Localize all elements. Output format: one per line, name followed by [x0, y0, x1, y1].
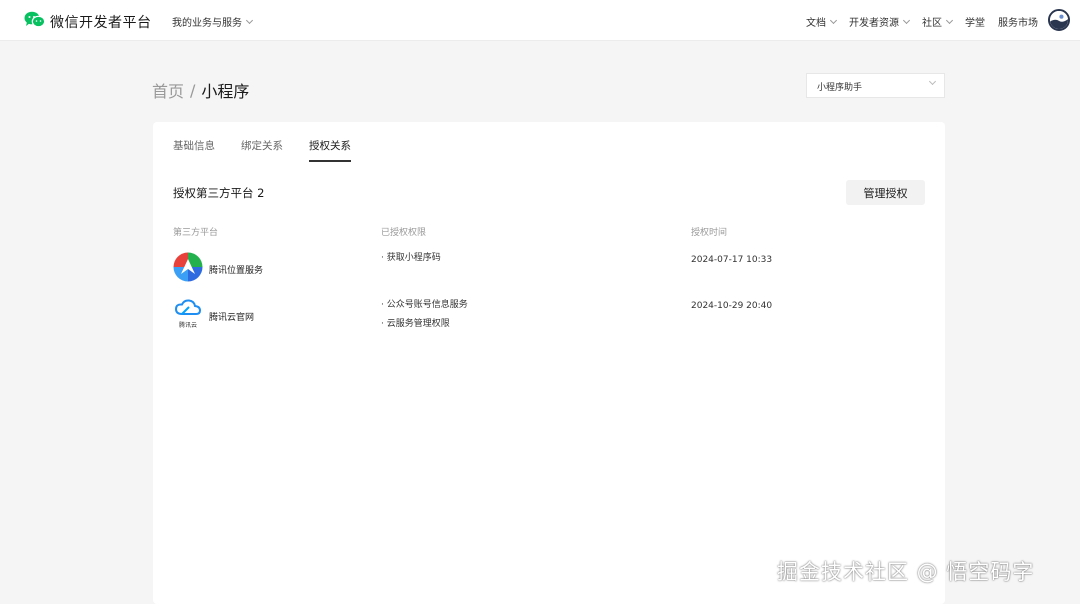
- tab-basic-info[interactable]: 基础信息: [173, 138, 215, 162]
- tencent-map-icon: [173, 252, 203, 282]
- app-selector[interactable]: 小程序助手: [806, 73, 945, 98]
- section-title: 授权第三方平台 2: [173, 186, 265, 200]
- permissions-list: · 公众号账号信息服务 · 云服务管理权限: [381, 296, 468, 334]
- breadcrumb-home[interactable]: 首页: [152, 78, 184, 102]
- nav-docs[interactable]: 文档: [806, 14, 838, 29]
- cloud-caption: 腾讯云: [178, 322, 197, 329]
- platform-name: 腾讯位置服务: [209, 266, 264, 276]
- nav-service-market[interactable]: 服务市场: [998, 14, 1038, 29]
- manage-authorization-button[interactable]: 管理授权: [846, 180, 925, 205]
- permission-item: · 公众号账号信息服务: [381, 300, 468, 310]
- watermark: 掘金技术社区 @ 悟空码字: [777, 560, 1035, 584]
- column-header-permissions: 已授权权限: [381, 228, 427, 238]
- main-card: 基础信息 绑定关系 授权关系 授权第三方平台 2 管理授权 第三方平台 已授权权…: [153, 122, 945, 604]
- authorization-time: 2024-07-17 10:33: [691, 255, 773, 265]
- page-title: 小程序: [201, 82, 250, 101]
- nav-links: 文档 开发者资源 社区 学堂 服务市场: [806, 14, 1038, 29]
- nav-community-label: 社区: [922, 18, 942, 29]
- breadcrumb: 首页 / 小程序: [152, 78, 249, 102]
- nav-dev-resources[interactable]: 开发者资源: [849, 14, 911, 29]
- chevron-down-icon: [245, 16, 254, 24]
- platform-name: 腾讯云官网: [209, 313, 255, 323]
- user-avatar[interactable]: [1048, 9, 1070, 31]
- services-menu[interactable]: 我的业务与服务: [172, 14, 254, 29]
- top-nav-bar: 微信开发者平台 我的业务与服务 文档 开发者资源 社区 学堂 服务市场: [0, 0, 1080, 41]
- tab-bindings[interactable]: 绑定关系: [241, 138, 283, 162]
- tab-authorizations[interactable]: 授权关系: [309, 138, 351, 162]
- permissions-list: · 获取小程序码: [381, 249, 441, 268]
- nav-academy-label: 学堂: [965, 18, 985, 29]
- tab-bar: 基础信息 绑定关系 授权关系: [173, 138, 351, 162]
- authorization-time: 2024-10-29 20:40: [691, 301, 773, 311]
- breadcrumb-separator: /: [190, 80, 196, 100]
- chevron-down-icon: [829, 16, 838, 24]
- logo[interactable]: 微信开发者平台: [24, 11, 152, 32]
- nav-dev-resources-label: 开发者资源: [849, 18, 899, 29]
- nav-service-market-label: 服务市场: [998, 18, 1038, 29]
- tencent-cloud-icon: 腾讯云: [173, 299, 203, 329]
- permission-item: · 获取小程序码: [381, 253, 441, 263]
- app-selector-value: 小程序助手: [817, 83, 863, 93]
- column-header-time: 授权时间: [691, 228, 728, 238]
- wechat-logo-icon: [24, 11, 46, 32]
- chevron-down-icon: [945, 16, 954, 24]
- nav-academy[interactable]: 学堂: [965, 14, 985, 29]
- services-menu-label: 我的业务与服务: [172, 18, 242, 29]
- logo-text: 微信开发者平台: [50, 14, 152, 31]
- column-header-platform: 第三方平台: [173, 228, 219, 238]
- permission-item: · 云服务管理权限: [381, 319, 450, 329]
- nav-community[interactable]: 社区: [922, 14, 954, 29]
- nav-docs-label: 文档: [806, 18, 826, 29]
- chevron-down-icon: [928, 77, 937, 86]
- chevron-down-icon: [902, 16, 911, 24]
